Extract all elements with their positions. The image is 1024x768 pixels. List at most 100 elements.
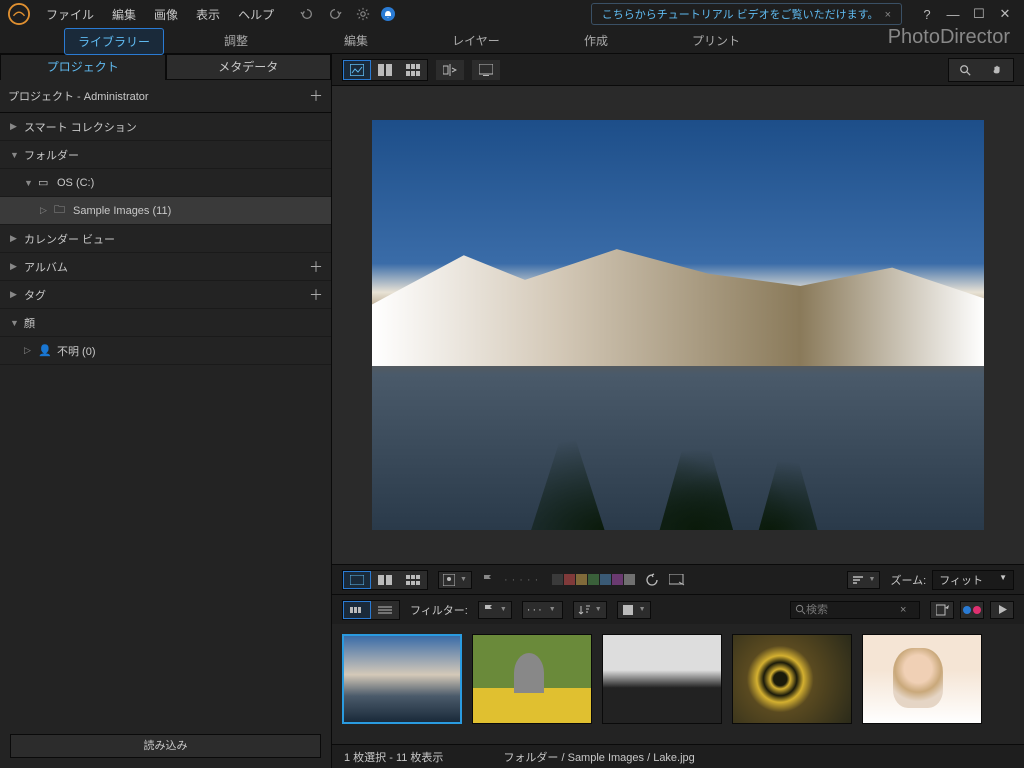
mirror-icon[interactable] [436, 60, 464, 80]
tree-smart-collection[interactable]: ▶スマート コレクション [0, 113, 331, 141]
swatch[interactable] [552, 574, 563, 585]
close-button[interactable]: ✕ [992, 5, 1018, 23]
face-tag-dropdown[interactable] [438, 571, 472, 589]
tab-metadata[interactable]: メタデータ [166, 54, 332, 80]
swatch[interactable] [576, 574, 587, 585]
thumbnail-spiral[interactable] [732, 634, 852, 724]
tree-drive-c[interactable]: ▼▭OS (C:) [0, 169, 331, 197]
mode-print[interactable]: プリント [656, 28, 776, 55]
undo-icon[interactable] [300, 7, 314, 21]
flickr-icon[interactable] [960, 601, 984, 619]
menu-file[interactable]: ファイル [38, 3, 102, 26]
filter-rating-dropdown[interactable]: ··· [522, 601, 563, 619]
tree-folder[interactable]: ▼フォルダー [0, 141, 331, 169]
view-single-icon[interactable] [343, 60, 371, 80]
export-icon[interactable] [930, 601, 954, 619]
tree-sample-images[interactable]: ▷🗀Sample Images (11) [0, 197, 331, 225]
mode-create[interactable]: 作成 [536, 28, 656, 55]
swatch[interactable] [564, 574, 575, 585]
proof-icon[interactable] [669, 574, 685, 586]
layout-split-icon[interactable] [371, 571, 399, 589]
rating-dots[interactable]: ····· [504, 574, 542, 586]
preview-toolbar [332, 54, 1024, 86]
add-album-icon[interactable]: ＋ [309, 257, 323, 277]
expand-icon[interactable]: ▶ [10, 233, 20, 244]
brand-label: PhotoDirector [888, 26, 1010, 49]
expand-icon[interactable]: ▶ [10, 261, 20, 272]
expand-icon[interactable]: ▷ [24, 345, 34, 356]
mode-tabs: ライブラリー 調整 編集 レイヤー 作成 プリント [64, 28, 776, 55]
view-compare-icon[interactable] [371, 60, 399, 80]
main-menu: ファイル 編集 画像 表示 ヘルプ [38, 3, 282, 26]
import-button[interactable]: 読み込み [10, 734, 321, 758]
expand-icon[interactable]: ▶ [10, 289, 20, 300]
layout-multi-icon[interactable] [399, 571, 427, 589]
thumb-large-icon[interactable] [343, 601, 371, 619]
filter-label-dropdown[interactable] [617, 601, 651, 619]
mode-edit[interactable]: 編集 [296, 28, 416, 55]
zoom-select[interactable]: フィット [932, 570, 1014, 590]
swatch[interactable] [612, 574, 623, 585]
search-clear[interactable]: × [900, 604, 906, 616]
filter-flag-dropdown[interactable] [478, 601, 512, 619]
thumbnail-flowers[interactable] [472, 634, 592, 724]
tab-project[interactable]: プロジェクト [0, 54, 166, 80]
swatch[interactable] [588, 574, 599, 585]
collapse-icon[interactable]: ▼ [24, 178, 34, 188]
menu-help[interactable]: ヘルプ [230, 3, 282, 26]
pan-icon[interactable] [981, 59, 1013, 81]
settings-icon[interactable] [356, 7, 370, 21]
thumbnail-strip [332, 624, 1024, 744]
tree-face[interactable]: ▼顔 [0, 309, 331, 337]
person-icon: 👤 [38, 344, 52, 357]
slideshow-icon[interactable] [990, 601, 1014, 619]
menu-image[interactable]: 画像 [146, 3, 186, 26]
filter-toolbar: フィルター: ··· × [332, 594, 1024, 624]
tree-album[interactable]: ▶アルバム＋ [0, 253, 331, 281]
redo-icon[interactable] [328, 7, 342, 21]
add-tag-icon[interactable]: ＋ [309, 285, 323, 305]
layout-single-icon[interactable] [343, 571, 371, 589]
titlebar: ファイル 編集 画像 表示 ヘルプ こちらからチュートリアル ビデオをご覧いただ… [0, 0, 1024, 54]
rotate-icon[interactable] [645, 573, 659, 587]
expand-icon[interactable]: ▶ [10, 121, 20, 132]
status-selection: 1 枚選択 - 11 枚表示 [344, 749, 443, 765]
swatch[interactable] [624, 574, 635, 585]
preview-area[interactable] [332, 86, 1024, 564]
minimize-button[interactable]: — [940, 5, 966, 23]
search-box[interactable]: × [790, 601, 920, 619]
add-project-icon[interactable]: ＋ [309, 86, 323, 106]
swatch[interactable] [600, 574, 611, 585]
zoom-icon[interactable] [949, 59, 981, 81]
flag-icon[interactable] [482, 574, 494, 586]
collapse-icon[interactable]: ▼ [10, 318, 20, 328]
fullscreen-icon[interactable] [472, 60, 500, 80]
search-input[interactable] [806, 604, 896, 616]
menu-edit[interactable]: 編集 [104, 3, 144, 26]
sort-menu[interactable] [847, 571, 881, 589]
tutorial-close[interactable]: × [885, 9, 891, 21]
color-swatches [552, 574, 635, 585]
folder-tree: ▶スマート コレクション ▼フォルダー ▼▭OS (C:) ▷🗀Sample I… [0, 113, 331, 724]
help-button[interactable]: ? [914, 5, 940, 23]
mode-library[interactable]: ライブラリー [64, 28, 164, 55]
expand-icon[interactable]: ▷ [40, 205, 50, 216]
thumbnail-lake[interactable] [342, 634, 462, 724]
tree-calendar[interactable]: ▶カレンダー ビュー [0, 225, 331, 253]
tutorial-link[interactable]: こちらからチュートリアル ビデオをご覧いただけます。× [591, 3, 902, 25]
thumb-list-icon[interactable] [371, 601, 399, 619]
view-grid-icon[interactable] [399, 60, 427, 80]
mode-adjust[interactable]: 調整 [176, 28, 296, 55]
thumbnail-portrait[interactable] [862, 634, 982, 724]
notification-icon[interactable] [380, 6, 396, 22]
maximize-button[interactable]: ☐ [966, 5, 992, 23]
tree-unknown-face[interactable]: ▷👤不明 (0) [0, 337, 331, 365]
zoom-label: ズーム: [890, 572, 926, 588]
filter-sort-dropdown[interactable] [573, 601, 607, 619]
mode-layer[interactable]: レイヤー [416, 28, 536, 55]
collapse-icon[interactable]: ▼ [10, 150, 20, 160]
main-area: ····· ズーム: フィット フィルター: ··· [332, 54, 1024, 768]
thumbnail-bw[interactable] [602, 634, 722, 724]
menu-view[interactable]: 表示 [188, 3, 228, 26]
tree-tag[interactable]: ▶タグ＋ [0, 281, 331, 309]
